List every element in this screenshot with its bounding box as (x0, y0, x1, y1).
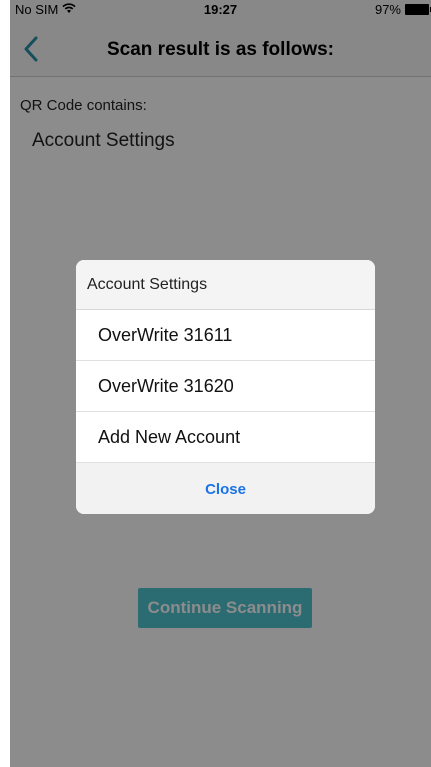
dialog-item-overwrite-31611[interactable]: OverWrite 31611 (76, 310, 375, 361)
account-settings-dialog: Account Settings OverWrite 31611 OverWri… (76, 260, 375, 514)
dialog-item-add-new-account[interactable]: Add New Account (76, 412, 375, 463)
dialog-item-overwrite-31620[interactable]: OverWrite 31620 (76, 361, 375, 412)
phone-screen: No SIM 19:27 97% Scan result is as follo… (10, 0, 431, 767)
dialog-close-button[interactable]: Close (76, 463, 375, 514)
dialog-title: Account Settings (76, 260, 375, 310)
screen: No SIM 19:27 97% Scan result is as follo… (10, 0, 431, 767)
